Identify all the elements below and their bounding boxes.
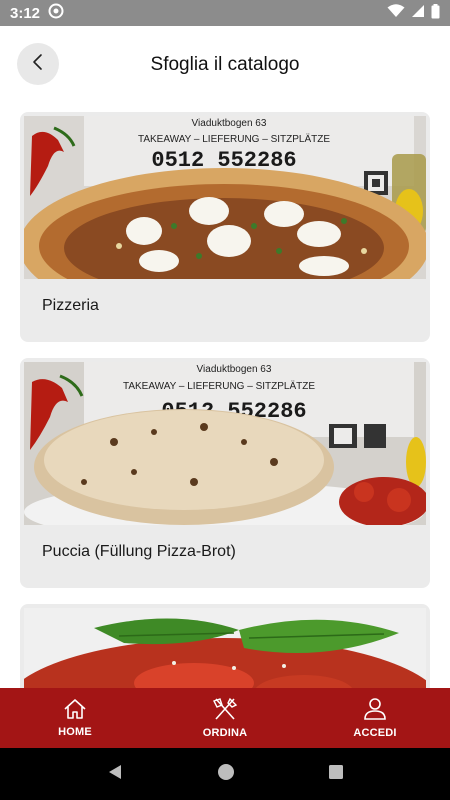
nav-ordina[interactable]: ORDINA <box>150 688 300 748</box>
header: Sfoglia il catalogo <box>0 26 450 104</box>
home-icon <box>63 698 87 725</box>
nav-accedi[interactable]: ACCEDI <box>300 688 450 748</box>
home-circle-icon[interactable] <box>217 763 235 786</box>
status-time: 3:12 <box>10 4 41 22</box>
bottom-nav: HOME ORDINA ACCEDI <box>0 688 450 748</box>
nav-home[interactable]: HOME <box>0 688 150 748</box>
wifi-icon <box>387 4 405 22</box>
page-title: Sfoglia il catalogo <box>150 54 300 75</box>
category-image: Viaduktbogen 63 TAKEAWAY – LIEFERUNG – S… <box>24 362 426 525</box>
nav-accedi-label: ACCEDI <box>353 727 397 739</box>
category-image: Viaduktbogen 63 TAKEAWAY – LIEFERUNG – S… <box>24 116 426 279</box>
recents-square-icon[interactable] <box>328 764 344 785</box>
sign-address: Viaduktbogen 63 <box>197 364 272 375</box>
status-bar: 3:12 <box>0 0 450 26</box>
catalog-card-puccia[interactable]: Viaduktbogen 63 TAKEAWAY – LIEFERUNG – S… <box>20 358 430 588</box>
category-image <box>24 608 426 688</box>
catalog-card-pizzeria[interactable]: Viaduktbogen 63 TAKEAWAY – LIEFERUNG – S… <box>20 112 430 342</box>
catalog-list[interactable]: Viaduktbogen 63 TAKEAWAY – LIEFERUNG – S… <box>0 104 450 688</box>
catalog-card-label: Pizzeria <box>42 297 99 314</box>
cutlery-icon <box>212 697 238 726</box>
catalog-card-3[interactable] <box>20 604 430 688</box>
nav-ordina-label: ORDINA <box>202 727 248 739</box>
battery-icon <box>431 3 440 23</box>
sign-address: Viaduktbogen 63 <box>192 118 267 129</box>
signal-icon <box>411 4 425 22</box>
nav-home-label: HOME <box>58 726 92 738</box>
catalog-card-label: Puccia (Füllung Pizza-Brot) <box>42 543 236 560</box>
back-triangle-icon[interactable] <box>106 763 124 786</box>
notification-icon <box>48 3 64 23</box>
system-nav-bar <box>0 748 450 800</box>
sign-services: TAKEAWAY – LIEFERUNG – SITZPLÄTZE <box>138 133 330 145</box>
user-icon <box>363 697 387 726</box>
sign-services: TAKEAWAY – LIEFERUNG – SITZPLÄTZE <box>123 380 315 392</box>
